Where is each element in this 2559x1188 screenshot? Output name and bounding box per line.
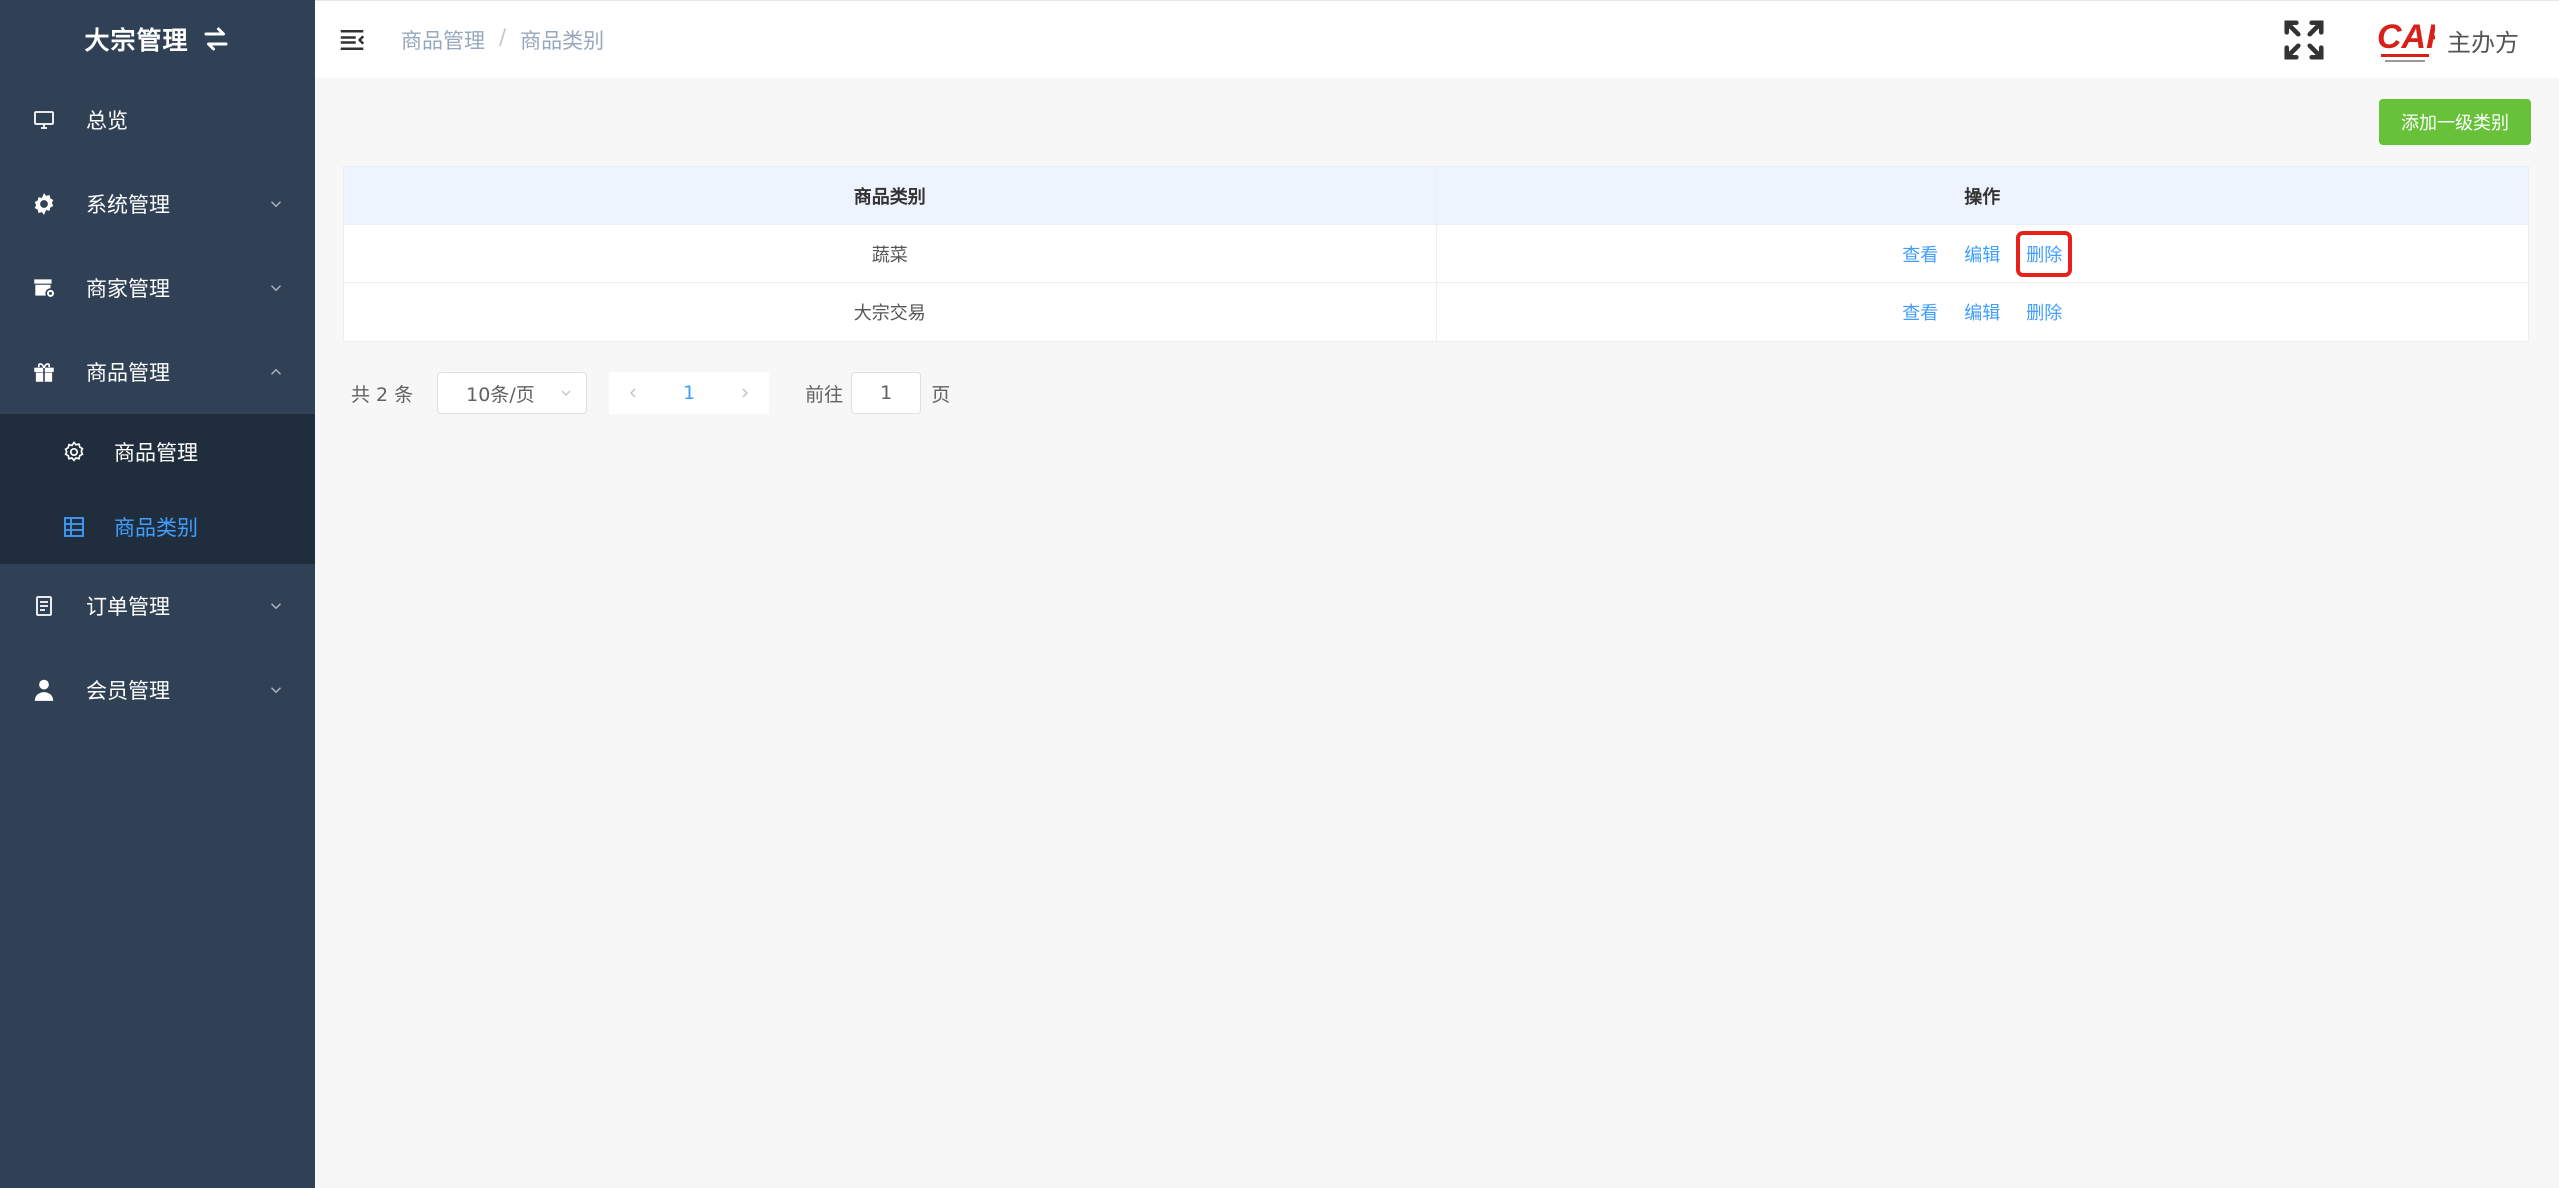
breadcrumb-item[interactable]: 商品管理 — [401, 25, 485, 55]
submenu-item-product-manage[interactable]: 商品管理 — [0, 414, 315, 489]
user-icon — [30, 676, 58, 704]
submenu-item-product-category[interactable]: 商品类别 — [0, 489, 315, 564]
header-right: CAF 主办方 — [2281, 1, 2519, 79]
next-page-button[interactable] — [721, 372, 769, 414]
add-first-level-category-button[interactable]: 添加一级类别 — [2379, 99, 2531, 145]
sidebar-item-merchant[interactable]: 商家管理 — [0, 246, 315, 330]
pagination: 共 2 条 10条/页 1 前往 页 — [343, 372, 2531, 414]
gear-icon — [30, 190, 58, 218]
breadcrumb-item-current: 商品类别 — [520, 28, 605, 53]
sidebar-item-label: 总览 — [86, 109, 128, 133]
jump-prefix: 前往 — [805, 383, 844, 406]
sidebar-item-order[interactable]: 订单管理 — [0, 564, 315, 648]
edit-link[interactable]: 编辑 — [1958, 293, 2006, 331]
caf-logo: CAF — [2377, 18, 2435, 62]
view-link[interactable]: 查看 — [1896, 235, 1944, 273]
sidebar-item-member[interactable]: 会员管理 — [0, 648, 315, 732]
document-icon — [30, 592, 58, 620]
category-name-cell: 蔬菜 — [344, 225, 1437, 282]
chevron-down-icon — [561, 390, 571, 396]
breadcrumb: 商品管理 / 商品类别 — [401, 25, 604, 55]
column-header-actions: 操作 — [1964, 186, 2001, 208]
toolbar: 添加一级类别 — [343, 78, 2531, 166]
delete-link[interactable]: 删除 — [2016, 230, 2073, 277]
sidebar-item-overview[interactable]: 总览 — [0, 78, 315, 162]
page-size-value: 10条/页 — [466, 383, 535, 406]
brand: 大宗管理 — [0, 0, 315, 78]
swap-icon[interactable] — [201, 24, 231, 54]
sidebar-item-label: 商品管理 — [86, 361, 170, 385]
table-row: 蔬菜 查看 编辑 删除 — [344, 225, 2528, 283]
top-header: 商品管理 / 商品类别 CAF 主办方 — [315, 0, 2559, 78]
menu-toggle-icon[interactable] — [337, 25, 367, 55]
sidebar-item-label: 会员管理 — [86, 679, 170, 703]
submenu-item-label: 商品管理 — [114, 440, 198, 465]
host-label: 主办方 — [2447, 28, 2519, 57]
delete-link[interactable]: 删除 — [2020, 293, 2068, 331]
category-name-cell: 大宗交易 — [344, 283, 1437, 341]
category-table: 商品类别 操作 蔬菜 查看 编辑 删除 大宗交易 查看 编辑 删除 — [343, 166, 2529, 342]
fullscreen-icon[interactable] — [2281, 17, 2327, 63]
product-submenu: 商品管理 商品类别 — [0, 414, 315, 564]
app: 大宗管理 总览 系统管理 商家管理 商品管理 商品管理 商品类别 订单管理 会员… — [0, 0, 2559, 1188]
table-header-row: 商品类别 操作 — [344, 167, 2528, 225]
sidebar-item-label: 商家管理 — [86, 277, 170, 301]
chevron-down-icon — [270, 285, 282, 292]
chevron-left-icon — [630, 388, 636, 398]
store-icon — [30, 274, 58, 302]
view-link[interactable]: 查看 — [1896, 293, 1944, 331]
breadcrumb-separator: / — [499, 24, 507, 49]
prev-page-button[interactable] — [609, 372, 657, 414]
chevron-down-icon — [270, 687, 282, 694]
main-content: 添加一级类别 商品类别 操作 蔬菜 查看 编辑 删除 大宗交易 查看 编辑 删除… — [315, 78, 2559, 1188]
sidebar-item-label: 系统管理 — [86, 193, 170, 217]
grid-icon — [60, 513, 88, 541]
chevron-down-icon — [270, 201, 282, 208]
chevron-up-icon — [270, 368, 282, 375]
submenu-item-label: 商品类别 — [114, 515, 198, 540]
chevron-down-icon — [270, 603, 282, 610]
chevron-right-icon — [742, 388, 749, 398]
page-jump-input[interactable] — [851, 372, 922, 414]
sidebar-item-product[interactable]: 商品管理 — [0, 330, 315, 414]
actions-cell: 查看 编辑 删除 — [1437, 283, 2529, 341]
settings-outline-icon — [60, 438, 88, 466]
sidebar-item-label: 订单管理 — [86, 595, 170, 619]
sidebar: 大宗管理 总览 系统管理 商家管理 商品管理 商品管理 商品类别 订单管理 会员… — [0, 0, 315, 1188]
sidebar-item-system[interactable]: 系统管理 — [0, 162, 315, 246]
total-count: 共 2 条 — [351, 383, 414, 406]
gift-icon — [30, 358, 58, 386]
jump-suffix: 页 — [931, 383, 951, 406]
actions-cell: 查看 编辑 删除 — [1437, 225, 2529, 282]
brand-title: 大宗管理 — [84, 26, 189, 55]
page-size-select[interactable]: 10条/页 — [437, 372, 588, 414]
monitor-icon — [30, 106, 58, 134]
column-header-category: 商品类别 — [344, 167, 1437, 224]
svg-text:CAF: CAF — [2377, 18, 2435, 56]
page-number-current[interactable]: 1 — [657, 372, 721, 414]
table-row: 大宗交易 查看 编辑 删除 — [344, 283, 2528, 341]
edit-link[interactable]: 编辑 — [1958, 235, 2006, 273]
pager: 1 — [609, 372, 770, 414]
